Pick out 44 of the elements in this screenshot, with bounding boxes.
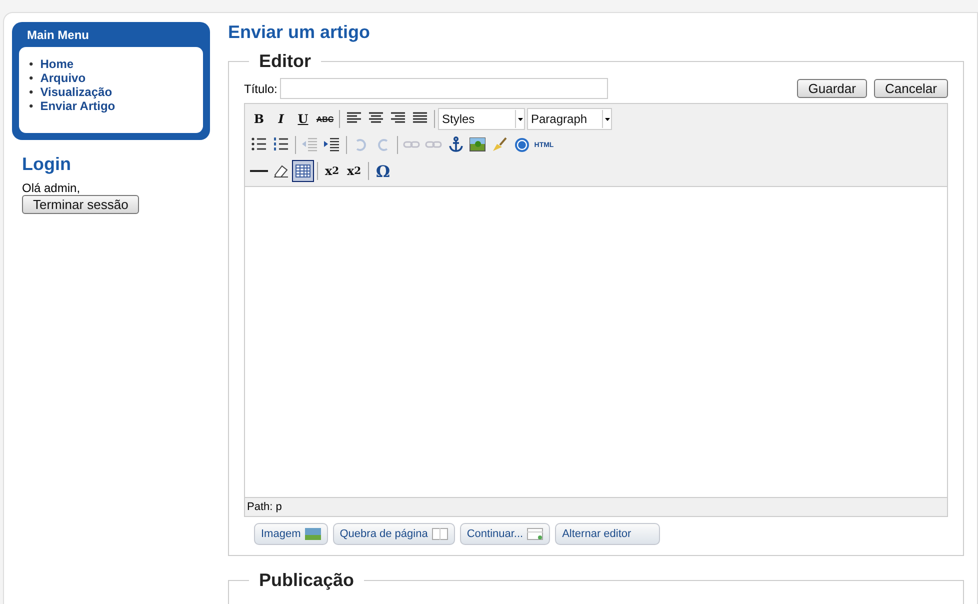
page-break-icon xyxy=(432,528,448,540)
read-more-icon xyxy=(527,528,544,540)
title-field[interactable] xyxy=(280,78,608,99)
bullet-mark: • xyxy=(29,71,34,85)
editor-button[interactable]: Quebra de página xyxy=(332,523,455,545)
bullet-mark: • xyxy=(29,85,34,99)
section-heading: Publicação xyxy=(258,570,356,591)
italic-button[interactable]: I xyxy=(270,108,292,130)
table-button[interactable] xyxy=(292,160,314,182)
menu-link[interactable]: Arquivo xyxy=(40,71,86,85)
bullet-mark: • xyxy=(29,57,34,71)
greeting-text: Olá admin, xyxy=(22,181,82,195)
indent-icon xyxy=(323,136,341,154)
anchor-icon xyxy=(447,136,465,154)
form-button[interactable]: Cancelar xyxy=(874,79,948,98)
login-heading: Login xyxy=(22,154,72,175)
form-button[interactable]: Guardar xyxy=(797,79,867,98)
underline-button[interactable]: U xyxy=(292,108,314,130)
bold-button[interactable]: B xyxy=(248,108,270,130)
menu-link[interactable]: Visualização xyxy=(40,85,112,99)
bullet-mark: • xyxy=(29,99,34,113)
editor-button[interactable]: Alternar editor xyxy=(555,523,660,545)
format-dropdown[interactable]: Styles xyxy=(438,108,525,130)
special-character-button[interactable]: Ω xyxy=(372,160,394,182)
table-icon xyxy=(294,162,312,180)
caret-icon xyxy=(518,118,522,120)
logout-button[interactable]: Terminar sessão xyxy=(22,195,140,214)
line-icon xyxy=(250,170,268,172)
outdent-icon xyxy=(301,136,319,154)
menu-title: Main Menu xyxy=(27,28,90,42)
editor-button[interactable]: Imagem xyxy=(254,523,328,545)
element-path: Path: p xyxy=(245,498,947,516)
title-label: Título: xyxy=(244,82,278,96)
brush-icon xyxy=(491,136,509,154)
image-icon xyxy=(304,528,321,540)
strikethrough-button[interactable]: ABC xyxy=(314,108,336,130)
format-dropdown[interactable]: Paragraph xyxy=(527,108,612,130)
section-heading: Editor xyxy=(258,51,312,72)
image-icon xyxy=(469,136,487,154)
caret-icon xyxy=(604,118,610,120)
page-title: Enviar um artigo xyxy=(228,22,372,43)
menu-link[interactable]: Enviar Artigo xyxy=(40,99,116,113)
editor-button[interactable]: Continuar... xyxy=(460,523,550,545)
menu-link[interactable]: Home xyxy=(40,57,74,71)
